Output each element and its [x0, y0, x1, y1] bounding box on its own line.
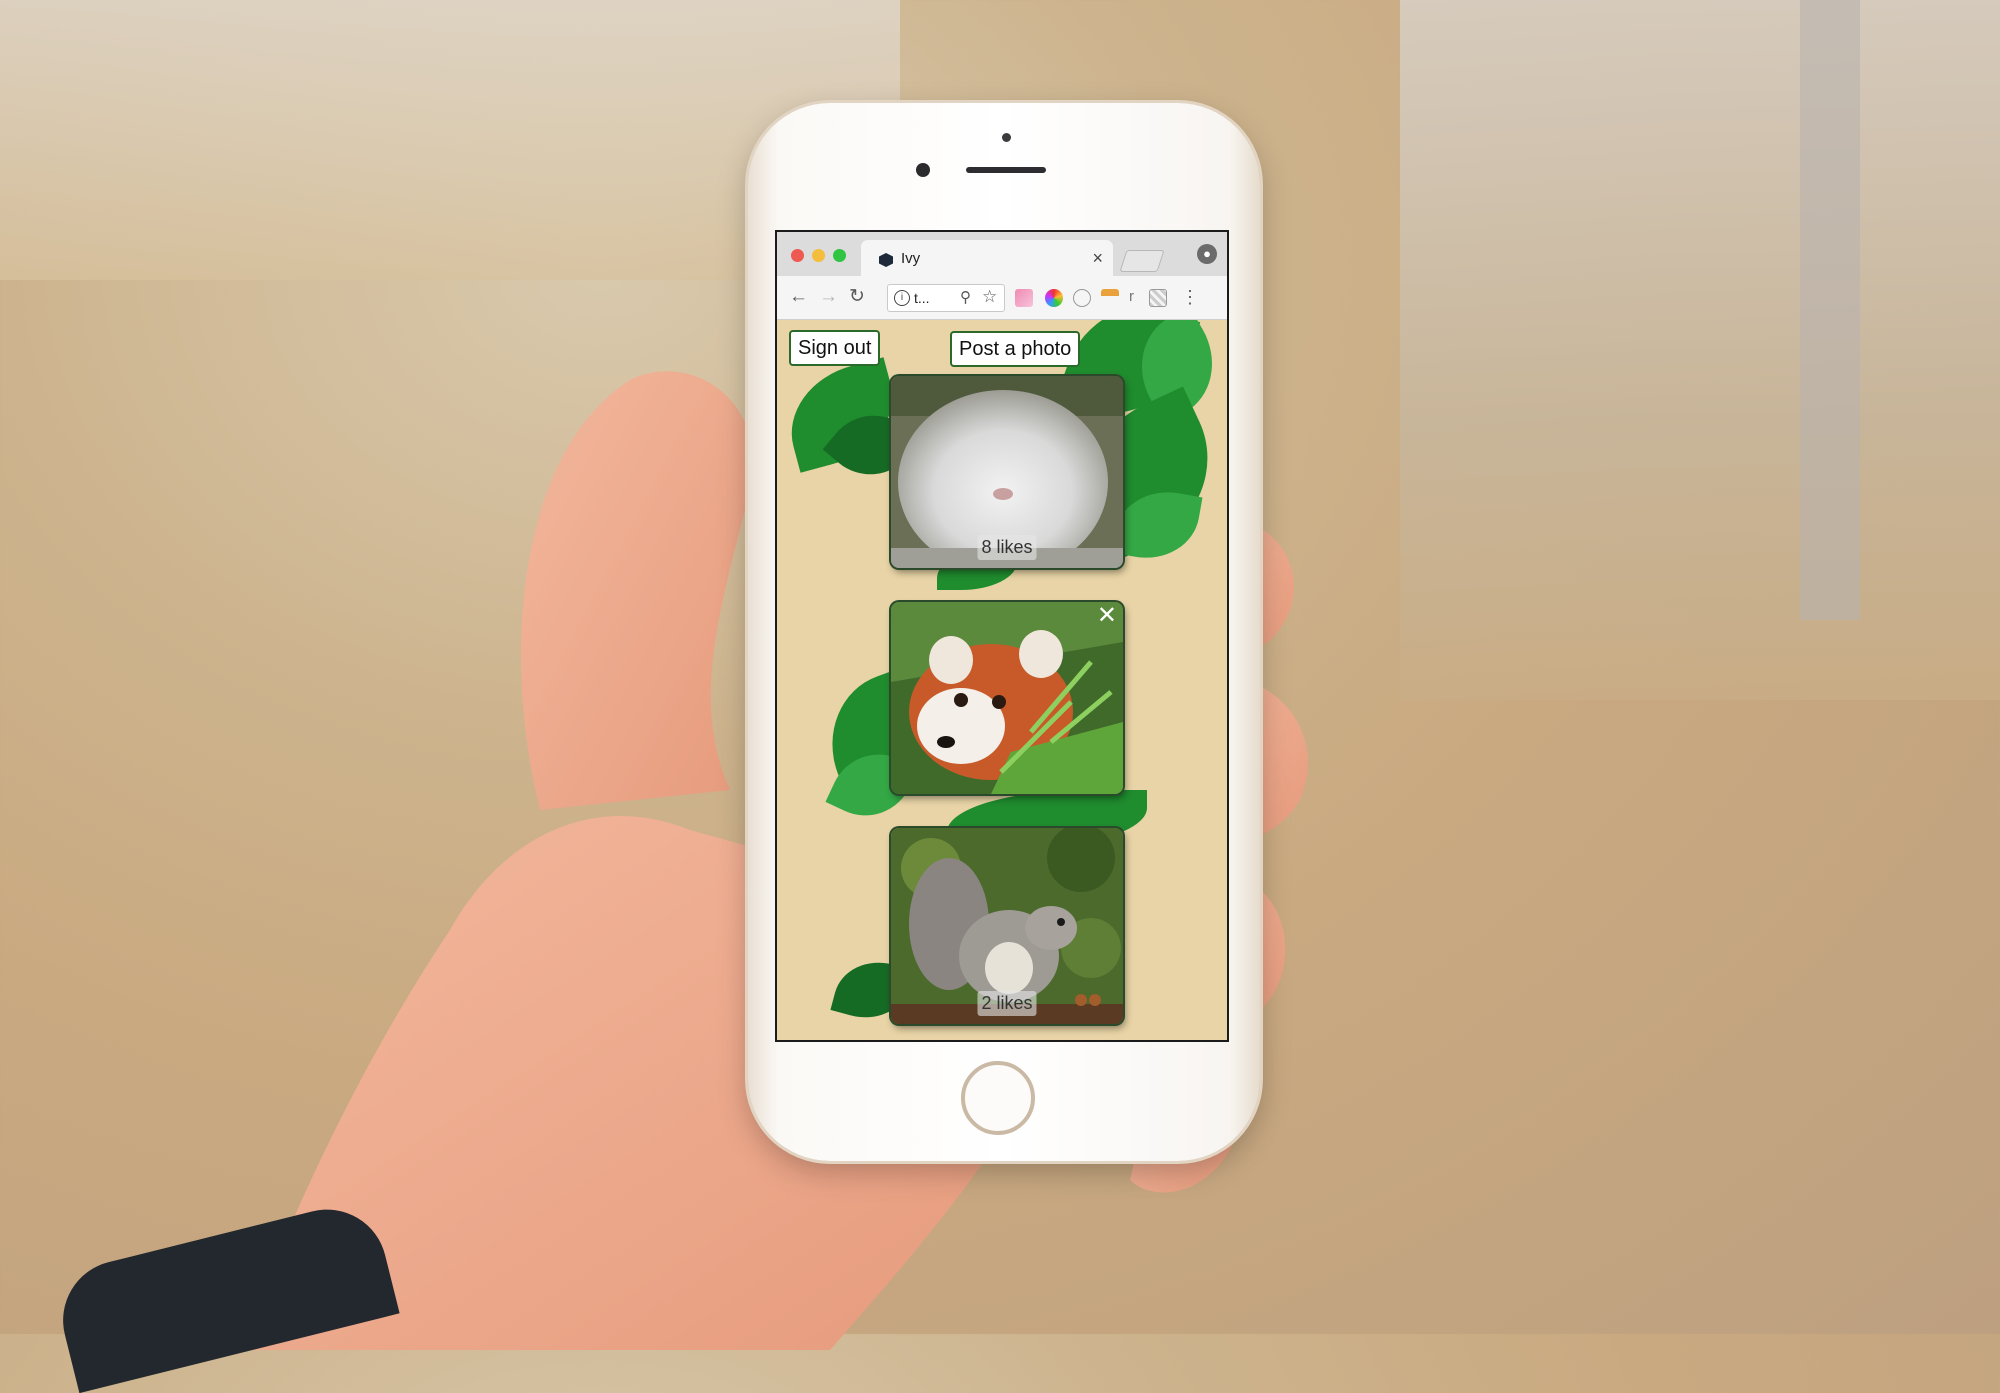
browser-tab[interactable]: Ivy ×: [861, 240, 1113, 276]
tab-title: Ivy: [901, 250, 921, 267]
background-wall: [1400, 0, 2000, 700]
extension-grid-icon[interactable]: [1149, 289, 1167, 307]
browser-tab-bar: Ivy × ●: [777, 232, 1227, 276]
photo-card[interactable]: 2 likes: [891, 828, 1123, 1024]
close-icon[interactable]: ✕: [1097, 604, 1117, 628]
phone-screen: Ivy × ● ← → ↻ i t... ⚲ ☆ r ⋮ Sign out Po…: [775, 230, 1229, 1042]
close-window-button[interactable]: [791, 249, 804, 262]
home-button[interactable]: [961, 1061, 1035, 1135]
extension-flag-icon[interactable]: [1101, 289, 1119, 307]
extension-pink-icon[interactable]: [1015, 289, 1033, 307]
minimize-window-button[interactable]: [812, 249, 825, 262]
earpiece-speaker: [966, 167, 1046, 173]
tab-close-icon[interactable]: ×: [1092, 248, 1103, 269]
favicon-icon: [879, 253, 893, 267]
ivy-app-content: Sign out Post a photo 8 likes ✕ 2 likes: [777, 320, 1227, 1040]
post-photo-button[interactable]: Post a photo: [950, 331, 1081, 367]
browser-toolbar: ← → ↻ i t... ⚲ ☆ r ⋮: [777, 276, 1227, 320]
sign-out-button[interactable]: Sign out: [789, 330, 881, 366]
photo-card[interactable]: ✕: [891, 602, 1123, 794]
reload-icon[interactable]: ↻: [849, 287, 865, 307]
pin-icon[interactable]: ⚲: [960, 288, 971, 306]
address-text: t...: [914, 290, 930, 306]
front-camera: [916, 163, 930, 177]
extension-color-wheel-icon[interactable]: [1045, 289, 1063, 307]
new-tab-button[interactable]: [1119, 250, 1165, 272]
proximity-sensor: [1002, 133, 1011, 142]
info-icon[interactable]: i: [894, 290, 910, 306]
likes-count: 8 likes: [977, 535, 1037, 560]
extension-r-icon[interactable]: r: [1129, 287, 1134, 307]
more-menu-icon[interactable]: ⋮: [1181, 287, 1199, 307]
person-icon[interactable]: ●: [1197, 244, 1217, 264]
forward-arrow-icon[interactable]: →: [819, 287, 838, 307]
extension-circle-icon[interactable]: [1073, 289, 1091, 307]
bookmark-star-icon[interactable]: ☆: [982, 287, 997, 307]
maximize-window-button[interactable]: [833, 249, 846, 262]
back-arrow-icon[interactable]: ←: [789, 287, 808, 307]
background-post: [1800, 0, 1860, 620]
likes-count: 2 likes: [977, 991, 1037, 1016]
photo-card[interactable]: 8 likes: [891, 376, 1123, 568]
address-bar[interactable]: i t... ⚲ ☆: [887, 284, 1005, 312]
red-panda-photo: [891, 602, 1123, 794]
